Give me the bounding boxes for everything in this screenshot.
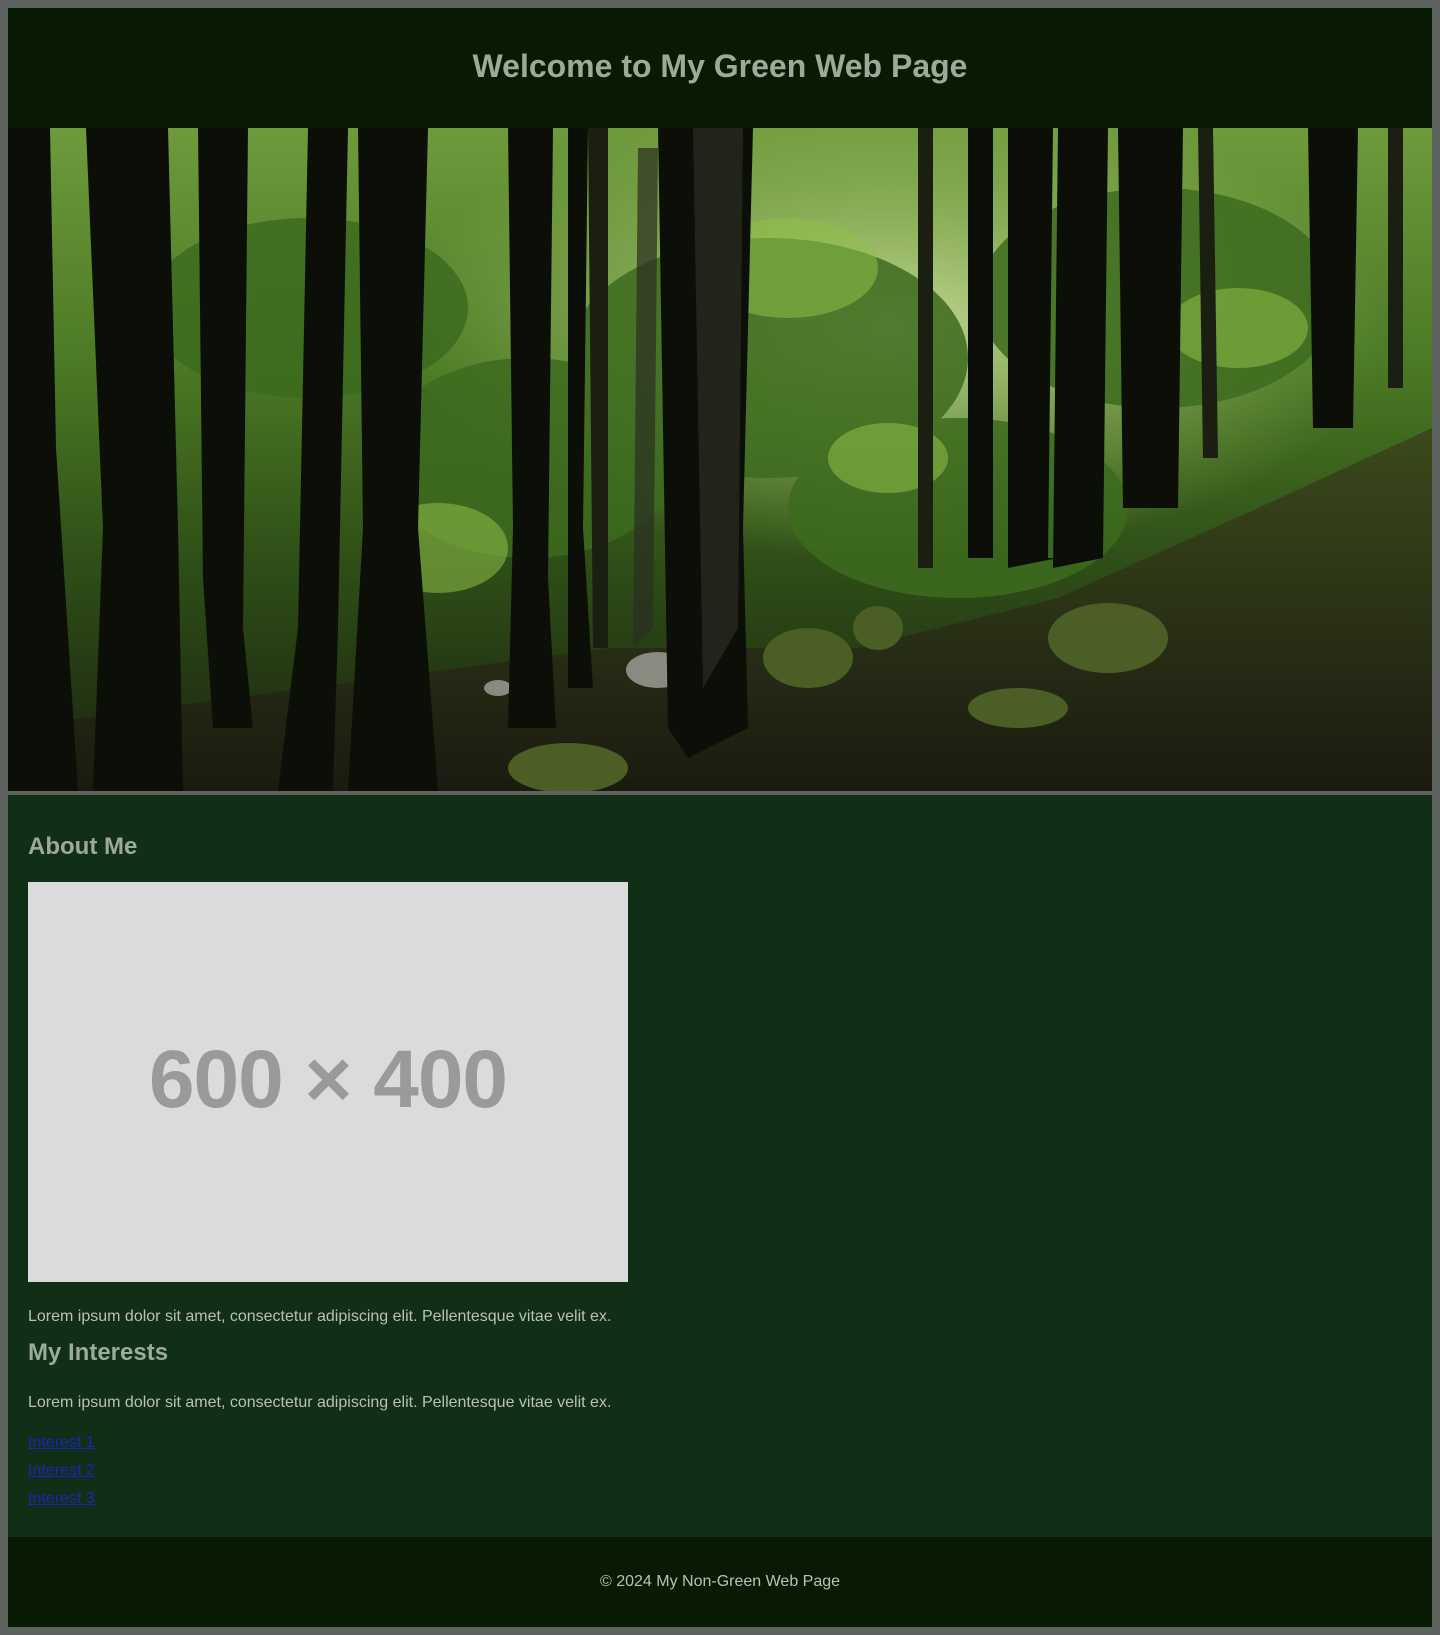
interests-text: Lorem ipsum dolor sit amet, consectetur … <box>28 1394 612 1411</box>
interest-link-3[interactable]: Interest 3 <box>28 1485 95 1513</box>
hero-image <box>8 128 1432 791</box>
interests-heading: My Interests <box>28 1339 169 1366</box>
interest-link-1[interactable]: Interest 1 <box>28 1429 95 1457</box>
placeholder-label: 600 × 400 <box>148 1034 508 1125</box>
about-heading: About Me <box>28 833 138 860</box>
page-header: Welcome to My Green Web Page <box>8 8 1432 128</box>
page-footer: © 2024 My Non-Green Web Page <box>8 1537 1432 1627</box>
interests-list: Interest 1 Interest 2 Interest 3 <box>28 1429 95 1513</box>
footer-text: © 2024 My Non-Green Web Page <box>599 1573 841 1590</box>
interest-link-2[interactable]: Interest 2 <box>28 1457 95 1485</box>
about-text: Lorem ipsum dolor sit amet, consectetur … <box>28 1308 612 1325</box>
page-title: Welcome to My Green Web Page <box>472 47 968 84</box>
page-frame: Welcome to My Green Web Page About Me 60… <box>8 8 1432 1627</box>
main-content: About Me 600 × 400 Lorem ipsum dolor sit… <box>8 795 1432 1535</box>
forest-image <box>8 128 1432 791</box>
about-image-placeholder: 600 × 400 <box>28 882 628 1282</box>
